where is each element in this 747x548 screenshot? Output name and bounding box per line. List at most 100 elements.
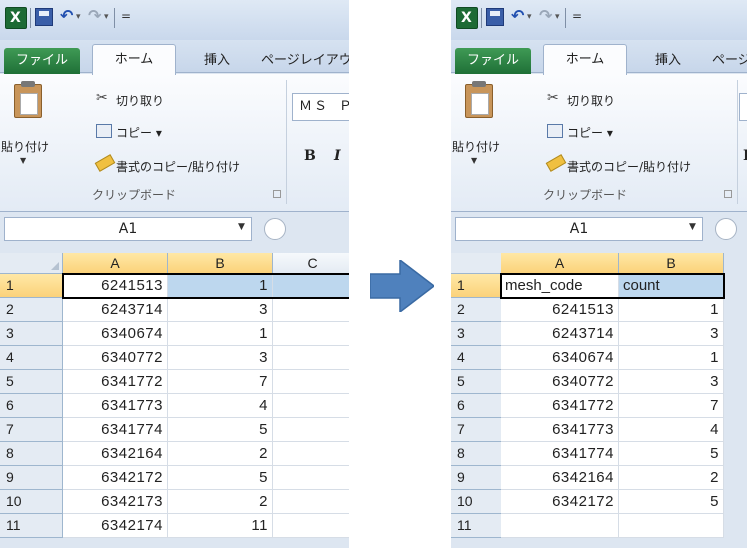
- cell-c11[interactable]: [273, 514, 349, 538]
- font-name-select[interactable]: ＭＳ Ｐゴシック: [739, 93, 747, 121]
- cell-b4[interactable]: 3: [168, 346, 273, 370]
- cell-b4[interactable]: 1: [619, 346, 724, 370]
- cell-a4[interactable]: 6340772: [63, 346, 168, 370]
- bold-button[interactable]: B: [743, 148, 747, 164]
- cell-c8[interactable]: [273, 442, 349, 466]
- cell-a7[interactable]: 6341774: [63, 418, 168, 442]
- cut-button[interactable]: 切り取り: [567, 92, 615, 109]
- paste-dropdown-icon[interactable]: ▼: [471, 156, 477, 165]
- row-header[interactable]: 1: [0, 274, 63, 298]
- tab-file[interactable]: ファイル: [4, 48, 80, 74]
- tab-home[interactable]: ホーム: [543, 44, 627, 75]
- cell-b3[interactable]: 1: [168, 322, 273, 346]
- cell-b9[interactable]: 5: [168, 466, 273, 490]
- undo-dropdown-icon[interactable]: ▾: [527, 12, 532, 22]
- cell-b10[interactable]: 5: [619, 490, 724, 514]
- paste-icon[interactable]: [465, 81, 493, 118]
- paste-button[interactable]: 貼り付け: [451, 138, 501, 155]
- row-header[interactable]: 7: [0, 418, 63, 442]
- row-header[interactable]: 11: [0, 514, 63, 538]
- cell-b3[interactable]: 3: [619, 322, 724, 346]
- customize-toolbar-icon[interactable]: =: [572, 9, 582, 23]
- cell-b2[interactable]: 3: [168, 298, 273, 322]
- clipboard-launcher-icon[interactable]: [273, 190, 281, 198]
- column-header-b[interactable]: B: [168, 253, 273, 274]
- cell-c2[interactable]: [273, 298, 349, 322]
- copy-button[interactable]: コピー ▾: [116, 124, 162, 141]
- cell-b1[interactable]: count: [619, 274, 724, 298]
- cell-b6[interactable]: 4: [168, 394, 273, 418]
- redo-icon[interactable]: ↷: [539, 6, 552, 25]
- cell-a5[interactable]: 6341772: [63, 370, 168, 394]
- undo-icon[interactable]: ↶: [511, 6, 524, 25]
- undo-icon[interactable]: ↶: [60, 6, 73, 25]
- row-header[interactable]: 6: [0, 394, 63, 418]
- undo-dropdown-icon[interactable]: ▾: [76, 12, 81, 22]
- save-icon[interactable]: [35, 8, 53, 26]
- cell-b9[interactable]: 2: [619, 466, 724, 490]
- column-header-a[interactable]: A: [501, 253, 619, 274]
- tab-page-layout[interactable]: ページレイアウト: [261, 49, 349, 68]
- font-name-select[interactable]: ＭＳ Ｐゴシック: [292, 93, 349, 121]
- cell-a9[interactable]: 6342164: [501, 466, 619, 490]
- row-header[interactable]: 9: [0, 466, 63, 490]
- cell-b10[interactable]: 2: [168, 490, 273, 514]
- column-header-c[interactable]: C: [273, 253, 349, 274]
- cell-b7[interactable]: 5: [168, 418, 273, 442]
- paste-button[interactable]: 貼り付け: [0, 138, 50, 155]
- cell-a5[interactable]: 6340772: [501, 370, 619, 394]
- column-header-a[interactable]: A: [63, 253, 168, 274]
- name-box-dropdown-icon[interactable]: ▼: [689, 222, 696, 232]
- cell-a8[interactable]: 6341774: [501, 442, 619, 466]
- cell-b11[interactable]: [619, 514, 724, 538]
- select-all-corner[interactable]: [0, 253, 63, 274]
- clipboard-launcher-icon[interactable]: [724, 190, 732, 198]
- cell-b8[interactable]: 2: [168, 442, 273, 466]
- cell-b7[interactable]: 4: [619, 418, 724, 442]
- redo-dropdown-icon[interactable]: ▾: [555, 12, 560, 22]
- row-header[interactable]: 4: [0, 346, 63, 370]
- excel-icon[interactable]: [456, 7, 478, 29]
- cell-a7[interactable]: 6341773: [501, 418, 619, 442]
- bold-button[interactable]: B: [304, 148, 316, 164]
- cell-c3[interactable]: [273, 322, 349, 346]
- cell-b1[interactable]: 1: [168, 274, 273, 298]
- cell-a3[interactable]: 6243714: [501, 322, 619, 346]
- cell-a8[interactable]: 6342164: [63, 442, 168, 466]
- cell-a11[interactable]: [501, 514, 619, 538]
- cell-a6[interactable]: 6341772: [501, 394, 619, 418]
- row-header[interactable]: 5: [0, 370, 63, 394]
- tab-file[interactable]: ファイル: [455, 48, 531, 74]
- cell-a10[interactable]: 6342172: [501, 490, 619, 514]
- cell-b5[interactable]: 7: [168, 370, 273, 394]
- cell-b6[interactable]: 7: [619, 394, 724, 418]
- cell-a2[interactable]: 6241513: [501, 298, 619, 322]
- cell-a1[interactable]: mesh_code: [501, 274, 619, 298]
- excel-icon[interactable]: [5, 7, 27, 29]
- cell-a2[interactable]: 6243714: [63, 298, 168, 322]
- cell-c9[interactable]: [273, 466, 349, 490]
- tab-home[interactable]: ホーム: [92, 44, 176, 75]
- row-header[interactable]: 8: [0, 442, 63, 466]
- cell-c10[interactable]: [273, 490, 349, 514]
- tab-insert[interactable]: 挿入: [204, 49, 230, 68]
- cut-button[interactable]: 切り取り: [116, 92, 164, 109]
- row-header[interactable]: 2: [0, 298, 63, 322]
- customize-toolbar-icon[interactable]: =: [121, 9, 131, 23]
- paste-icon[interactable]: [14, 81, 42, 118]
- cell-b5[interactable]: 3: [619, 370, 724, 394]
- save-icon[interactable]: [486, 8, 504, 26]
- format-painter-button[interactable]: 書式のコピー/貼り付け: [567, 158, 691, 175]
- cell-a3[interactable]: 6340674: [63, 322, 168, 346]
- copy-button[interactable]: コピー ▾: [567, 124, 613, 141]
- row-header[interactable]: 3: [0, 322, 63, 346]
- paste-dropdown-icon[interactable]: ▼: [20, 156, 26, 165]
- cell-a4[interactable]: 6340674: [501, 346, 619, 370]
- cell-c6[interactable]: [273, 394, 349, 418]
- cell-a1[interactable]: 6241513: [63, 274, 168, 298]
- cell-b2[interactable]: 1: [619, 298, 724, 322]
- column-header-b[interactable]: B: [619, 253, 724, 274]
- cell-b8[interactable]: 5: [619, 442, 724, 466]
- redo-dropdown-icon[interactable]: ▾: [104, 12, 109, 22]
- cell-a10[interactable]: 6342173: [63, 490, 168, 514]
